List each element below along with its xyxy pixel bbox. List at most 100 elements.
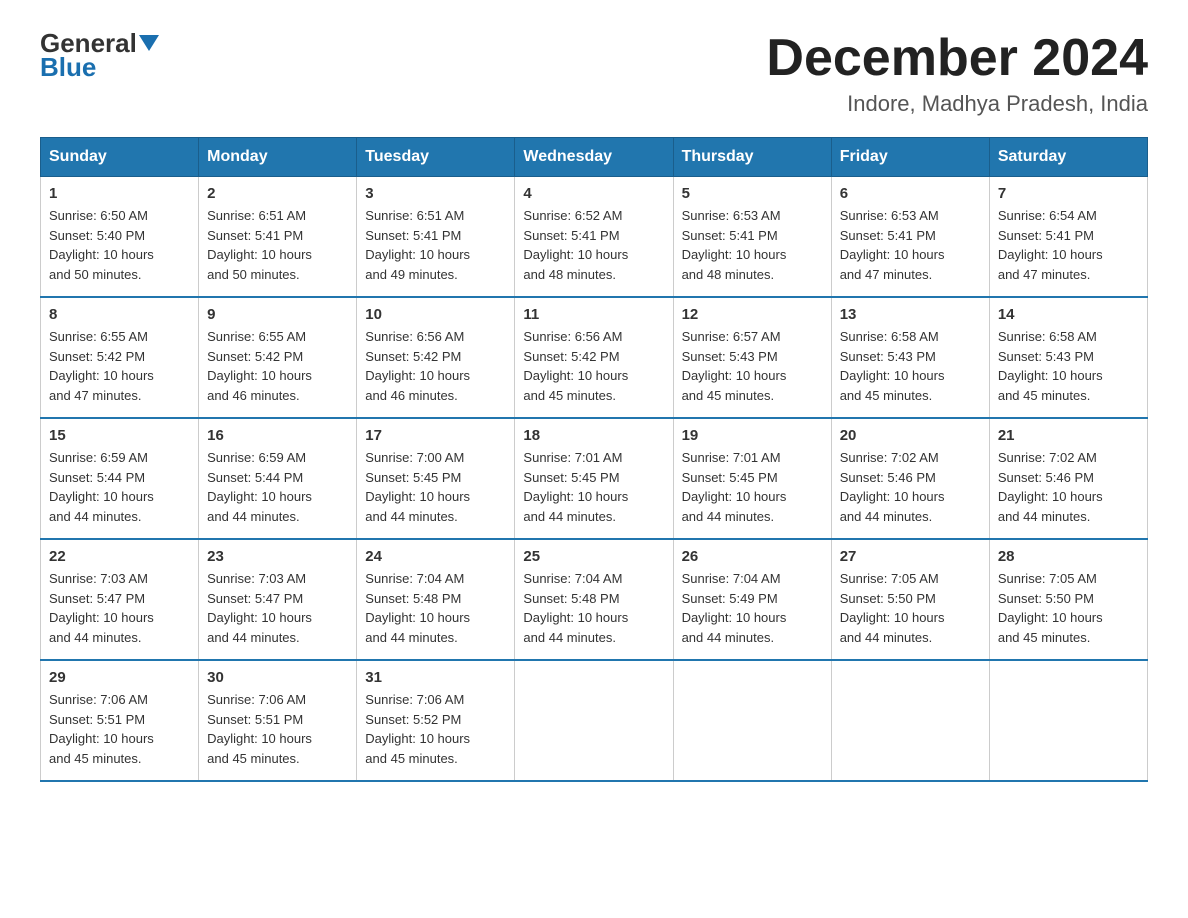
calendar-cell: 5 Sunrise: 6:53 AMSunset: 5:41 PMDaylight… <box>673 177 831 298</box>
day-number: 8 <box>49 306 190 323</box>
calendar-cell <box>989 660 1147 781</box>
day-number: 2 <box>207 185 348 202</box>
day-info: Sunrise: 6:57 AMSunset: 5:43 PMDaylight:… <box>682 327 823 405</box>
day-info: Sunrise: 7:01 AMSunset: 5:45 PMDaylight:… <box>682 448 823 526</box>
calendar-cell: 2 Sunrise: 6:51 AMSunset: 5:41 PMDaylight… <box>199 177 357 298</box>
day-number: 3 <box>365 185 506 202</box>
day-number: 29 <box>49 669 190 686</box>
day-number: 12 <box>682 306 823 323</box>
day-number: 14 <box>998 306 1139 323</box>
day-info: Sunrise: 6:54 AMSunset: 5:41 PMDaylight:… <box>998 206 1139 284</box>
day-number: 28 <box>998 548 1139 565</box>
header-friday: Friday <box>831 138 989 177</box>
calendar-cell: 29Sunrise: 7:06 AMSunset: 5:51 PMDayligh… <box>41 660 199 781</box>
day-info: Sunrise: 7:02 AMSunset: 5:46 PMDaylight:… <box>840 448 981 526</box>
header-thursday: Thursday <box>673 138 831 177</box>
day-number: 26 <box>682 548 823 565</box>
day-info: Sunrise: 7:05 AMSunset: 5:50 PMDaylight:… <box>998 569 1139 647</box>
calendar-cell <box>673 660 831 781</box>
calendar-row: 15 Sunrise: 6:59 AMSunset: 5:44 PMDayligh… <box>41 418 1148 539</box>
day-info: Sunrise: 6:59 AMSunset: 5:44 PMDaylight:… <box>49 448 190 526</box>
day-number: 20 <box>840 427 981 444</box>
calendar-cell: 16Sunrise: 6:59 AMSunset: 5:44 PMDayligh… <box>199 418 357 539</box>
day-number: 23 <box>207 548 348 565</box>
calendar-cell: 4 Sunrise: 6:52 AMSunset: 5:41 PMDaylight… <box>515 177 673 298</box>
calendar-cell <box>831 660 989 781</box>
calendar-cell: 9 Sunrise: 6:55 AMSunset: 5:42 PMDaylight… <box>199 297 357 418</box>
day-info: Sunrise: 7:06 AMSunset: 5:52 PMDaylight:… <box>365 690 506 768</box>
day-number: 5 <box>682 185 823 202</box>
day-info: Sunrise: 6:55 AMSunset: 5:42 PMDaylight:… <box>49 327 190 405</box>
day-number: 13 <box>840 306 981 323</box>
day-number: 25 <box>523 548 664 565</box>
calendar-cell: 27Sunrise: 7:05 AMSunset: 5:50 PMDayligh… <box>831 539 989 660</box>
day-number: 11 <box>523 306 664 323</box>
calendar-cell: 11 Sunrise: 6:56 AMSunset: 5:42 PMDayligh… <box>515 297 673 418</box>
calendar-body: 1 Sunrise: 6:50 AMSunset: 5:40 PMDaylight… <box>41 177 1148 782</box>
calendar-cell: 18 Sunrise: 7:01 AMSunset: 5:45 PMDayligh… <box>515 418 673 539</box>
day-number: 10 <box>365 306 506 323</box>
title-area: December 2024 Indore, Madhya Pradesh, In… <box>766 30 1148 117</box>
day-info: Sunrise: 6:56 AMSunset: 5:42 PMDaylight:… <box>365 327 506 405</box>
calendar-row: 22 Sunrise: 7:03 AMSunset: 5:47 PMDayligh… <box>41 539 1148 660</box>
calendar-cell: 24 Sunrise: 7:04 AMSunset: 5:48 PMDayligh… <box>357 539 515 660</box>
calendar-cell: 17Sunrise: 7:00 AMSunset: 5:45 PMDayligh… <box>357 418 515 539</box>
day-number: 7 <box>998 185 1139 202</box>
logo-triangle-icon <box>139 35 159 51</box>
day-info: Sunrise: 6:51 AMSunset: 5:41 PMDaylight:… <box>207 206 348 284</box>
calendar-cell: 22 Sunrise: 7:03 AMSunset: 5:47 PMDayligh… <box>41 539 199 660</box>
location-title: Indore, Madhya Pradesh, India <box>766 91 1148 117</box>
day-info: Sunrise: 7:04 AMSunset: 5:48 PMDaylight:… <box>365 569 506 647</box>
day-info: Sunrise: 7:03 AMSunset: 5:47 PMDaylight:… <box>207 569 348 647</box>
day-info: Sunrise: 6:56 AMSunset: 5:42 PMDaylight:… <box>523 327 664 405</box>
day-info: Sunrise: 7:01 AMSunset: 5:45 PMDaylight:… <box>523 448 664 526</box>
calendar-cell: 20 Sunrise: 7:02 AMSunset: 5:46 PMDayligh… <box>831 418 989 539</box>
calendar-cell: 23 Sunrise: 7:03 AMSunset: 5:47 PMDayligh… <box>199 539 357 660</box>
calendar-cell: 7 Sunrise: 6:54 AMSunset: 5:41 PMDaylight… <box>989 177 1147 298</box>
day-info: Sunrise: 6:52 AMSunset: 5:41 PMDaylight:… <box>523 206 664 284</box>
day-number: 21 <box>998 427 1139 444</box>
day-number: 6 <box>840 185 981 202</box>
calendar-cell: 10 Sunrise: 6:56 AMSunset: 5:42 PMDayligh… <box>357 297 515 418</box>
calendar-cell: 12 Sunrise: 6:57 AMSunset: 5:43 PMDayligh… <box>673 297 831 418</box>
calendar-cell: 3Sunrise: 6:51 AMSunset: 5:41 PMDaylight… <box>357 177 515 298</box>
calendar-cell: 26Sunrise: 7:04 AMSunset: 5:49 PMDayligh… <box>673 539 831 660</box>
logo-blue: Blue <box>40 52 96 83</box>
calendar-row: 8 Sunrise: 6:55 AMSunset: 5:42 PMDaylight… <box>41 297 1148 418</box>
day-number: 18 <box>523 427 664 444</box>
header-tuesday: Tuesday <box>357 138 515 177</box>
day-info: Sunrise: 7:02 AMSunset: 5:46 PMDaylight:… <box>998 448 1139 526</box>
calendar-cell: 28 Sunrise: 7:05 AMSunset: 5:50 PMDayligh… <box>989 539 1147 660</box>
header-sunday: Sunday <box>41 138 199 177</box>
day-info: Sunrise: 6:55 AMSunset: 5:42 PMDaylight:… <box>207 327 348 405</box>
day-info: Sunrise: 6:53 AMSunset: 5:41 PMDaylight:… <box>682 206 823 284</box>
calendar-table: SundayMondayTuesdayWednesdayThursdayFrid… <box>40 137 1148 782</box>
calendar-header: SundayMondayTuesdayWednesdayThursdayFrid… <box>41 138 1148 177</box>
day-info: Sunrise: 7:04 AMSunset: 5:48 PMDaylight:… <box>523 569 664 647</box>
calendar-cell <box>515 660 673 781</box>
calendar-cell: 13Sunrise: 6:58 AMSunset: 5:43 PMDayligh… <box>831 297 989 418</box>
day-number: 24 <box>365 548 506 565</box>
header-monday: Monday <box>199 138 357 177</box>
header-saturday: Saturday <box>989 138 1147 177</box>
day-number: 30 <box>207 669 348 686</box>
calendar-row: 1 Sunrise: 6:50 AMSunset: 5:40 PMDaylight… <box>41 177 1148 298</box>
day-info: Sunrise: 7:00 AMSunset: 5:45 PMDaylight:… <box>365 448 506 526</box>
calendar-cell: 6Sunrise: 6:53 AMSunset: 5:41 PMDaylight… <box>831 177 989 298</box>
day-info: Sunrise: 7:06 AMSunset: 5:51 PMDaylight:… <box>207 690 348 768</box>
day-number: 19 <box>682 427 823 444</box>
header-wednesday: Wednesday <box>515 138 673 177</box>
day-info: Sunrise: 6:58 AMSunset: 5:43 PMDaylight:… <box>998 327 1139 405</box>
day-number: 22 <box>49 548 190 565</box>
day-number: 9 <box>207 306 348 323</box>
day-number: 27 <box>840 548 981 565</box>
month-title: December 2024 <box>766 30 1148 87</box>
logo: General Blue <box>40 30 159 83</box>
calendar-cell: 8 Sunrise: 6:55 AMSunset: 5:42 PMDaylight… <box>41 297 199 418</box>
day-number: 1 <box>49 185 190 202</box>
page-header: General Blue December 2024 Indore, Madhy… <box>40 30 1148 117</box>
day-info: Sunrise: 7:03 AMSunset: 5:47 PMDaylight:… <box>49 569 190 647</box>
day-info: Sunrise: 6:50 AMSunset: 5:40 PMDaylight:… <box>49 206 190 284</box>
day-number: 15 <box>49 427 190 444</box>
day-number: 4 <box>523 185 664 202</box>
